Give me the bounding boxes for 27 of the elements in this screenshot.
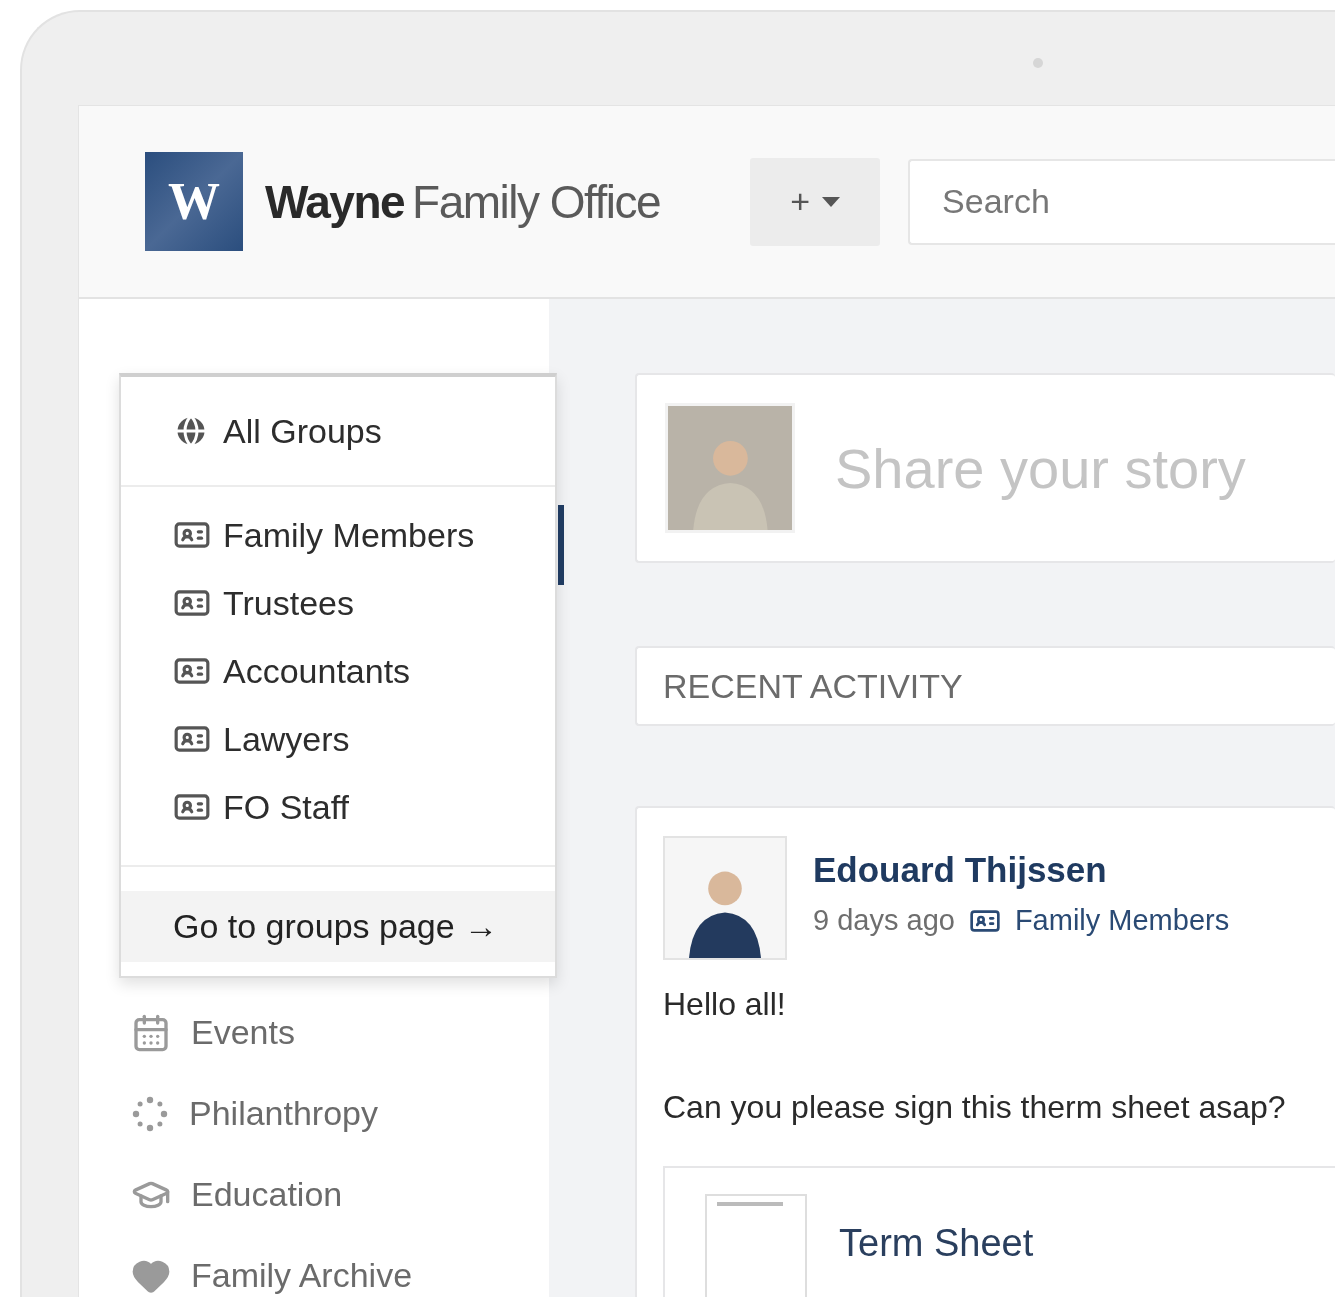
post-time: 9 days ago xyxy=(813,904,955,937)
sidebar-item[interactable]: Family Archive xyxy=(191,1256,413,1295)
attachment-link[interactable]: Term Sheet xyxy=(839,1222,1034,1297)
menu-item[interactable]: All Groups xyxy=(223,411,382,451)
search-field[interactable]: Search xyxy=(908,158,1335,245)
brand-name: Wayne xyxy=(265,174,405,229)
section-title: RECENT ACTIVITY xyxy=(663,666,963,706)
menu-item[interactable]: Lawyers xyxy=(223,719,350,759)
caret-icon xyxy=(822,196,841,207)
groups-page-link[interactable]: Go to groups page → xyxy=(121,891,555,962)
brand-subtitle: Family Office xyxy=(412,174,661,229)
logo[interactable]: W xyxy=(145,152,243,251)
camera-icon xyxy=(1033,58,1043,68)
add-button[interactable]: + xyxy=(750,157,881,246)
menu-item[interactable]: Trustees xyxy=(223,583,354,623)
group-link[interactable]: Family Members xyxy=(1014,904,1230,937)
menu-item[interactable]: FO Staff xyxy=(223,787,349,827)
menu-item[interactable]: Accountants xyxy=(223,651,411,691)
sidebar-item[interactable]: Philanthropy xyxy=(189,1094,378,1133)
sidebar-item[interactable]: Education xyxy=(191,1175,343,1214)
dots-icon xyxy=(131,1094,169,1133)
sidebar-item[interactable]: Events xyxy=(191,1013,295,1052)
post-text: Hello all! xyxy=(663,986,787,1023)
post-text: Can you please sign this therm sheet asap? xyxy=(663,1089,1287,1126)
menu-item[interactable]: Family Members xyxy=(223,515,475,555)
calendar-icon xyxy=(131,1012,171,1053)
author-link[interactable]: Edouard Thijssen xyxy=(813,850,1230,890)
